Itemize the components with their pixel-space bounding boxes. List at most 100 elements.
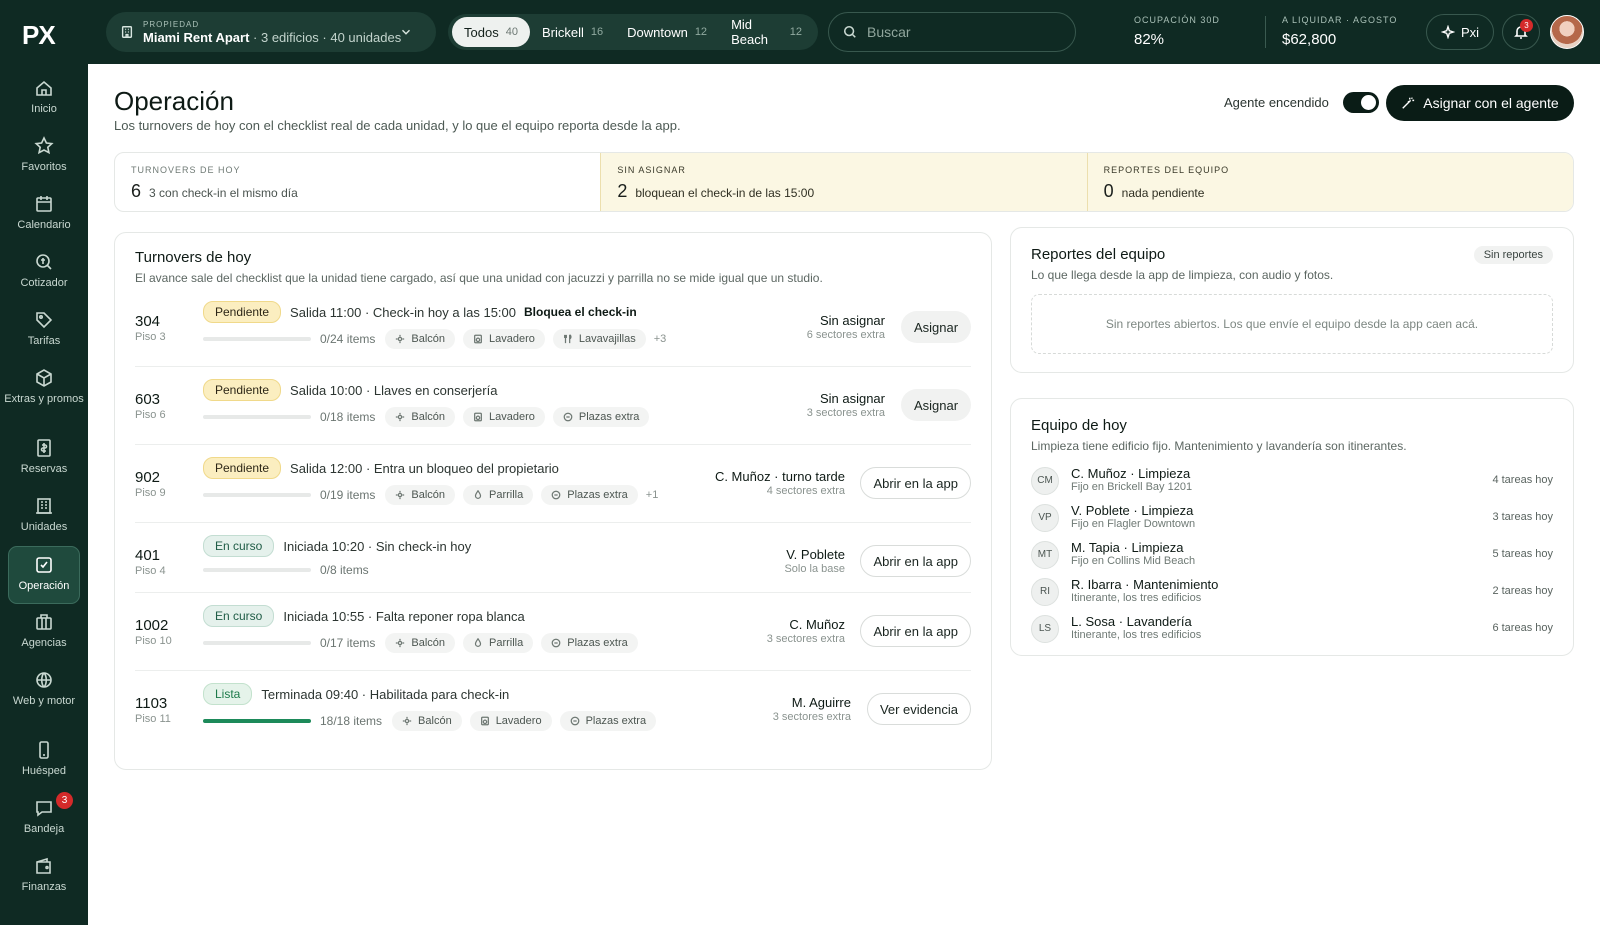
filter-brickell[interactable]: Brickell 16 (530, 17, 615, 47)
sidebar-item-favoritos[interactable]: Favoritos (0, 128, 88, 186)
assign-with-agent-button[interactable]: Asignar con el agente (1386, 85, 1574, 121)
assignee-extra: 6 sectores extra (806, 329, 885, 341)
sidebar-item-inicio[interactable]: Inicio (0, 70, 88, 128)
member-name: V. Poblete · Limpieza (1071, 503, 1194, 518)
turnover-detail: Iniciada 10:20 · Sin check-in hoy (283, 538, 472, 554)
box-icon (36, 369, 52, 387)
asignar-button[interactable]: Asignar (901, 311, 971, 343)
asignar-button[interactable]: Asignar (901, 389, 971, 421)
chip-label: Balcón (418, 715, 452, 727)
checklist-progress (203, 719, 311, 723)
phone-icon (39, 741, 49, 759)
feature-chip: Lavadero (463, 329, 545, 349)
notification-badge: 3 (1520, 19, 1533, 32)
property-detail: · 3 edificios · 40 unidades (253, 29, 402, 45)
agent-toggle[interactable] (1343, 92, 1379, 113)
filter-label: Todos (464, 24, 499, 40)
kpi-unassigned[interactable]: SIN ASIGNAR 2 bloquean el check-in de las… (600, 153, 1087, 211)
sidebar-item-unidades[interactable]: Unidades (0, 488, 88, 546)
turnover-row[interactable]: 902 Piso 9 Pendiente Salida 12:00 · Entra u… (135, 445, 971, 523)
checklist-count: 18/18 items (320, 714, 383, 728)
abrir-en-la-app-button[interactable]: Abrir en la app (860, 615, 971, 647)
ver-evidencia-button[interactable]: Ver evidencia (866, 693, 971, 725)
more-chips: +3 (653, 333, 667, 345)
plazas-extra-icon (570, 716, 579, 726)
plazas-extra-icon (551, 638, 561, 648)
turnover-row[interactable]: 304 Piso 3 Pendiente Salida 11:00 · Check-i… (135, 289, 971, 367)
top-bar: PROPIEDAD Miami Rent Apart · 3 edificios… (88, 0, 1600, 64)
filter-mid-beach[interactable]: Mid Beach 12 (719, 17, 814, 47)
sidebar-item-web-y-motor[interactable]: Web y motor (0, 662, 88, 732)
parrilla-icon (474, 490, 482, 499)
filter-todos[interactable]: Todos 40 (452, 17, 530, 47)
turnover-row[interactable]: 1103 Piso 11 Lista Terminada 09:40 · Habili… (135, 671, 971, 749)
turnovers-card: Turnovers de hoy El avance sale del chec… (114, 232, 992, 770)
feature-chip: Lavadero (469, 711, 552, 731)
pxi-label: Pxi (1460, 24, 1480, 40)
unit-floor: Piso 9 (135, 487, 166, 499)
turnover-row[interactable]: 603 Piso 6 Pendiente Salida 10:00 · Llaves … (135, 367, 971, 445)
unit-floor: Piso 10 (135, 635, 172, 647)
member-role: Fijo en Collins Mid Beach (1071, 555, 1196, 567)
kpi-label: REPORTES DEL EQUIPO (1103, 165, 1230, 175)
property-selector[interactable]: PROPIEDAD Miami Rent Apart · 3 edificios… (106, 12, 436, 52)
sidebar-item-bandeja[interactable]: Bandeja 3 (0, 790, 88, 848)
member-tasks: 5 tareas hoy (1492, 548, 1553, 560)
sidebar-item-tarifas[interactable]: Tarifas (0, 302, 88, 360)
app-logo[interactable]: PX (22, 20, 56, 51)
status-badge: Pendiente (203, 301, 282, 323)
sidebar-item-reservas[interactable]: Reservas (0, 430, 88, 488)
notifications-button[interactable]: 3 (1502, 14, 1540, 50)
filter-count: 12 (694, 26, 708, 38)
member-tasks: 6 tareas hoy (1492, 622, 1553, 634)
sparkle-icon (1440, 25, 1455, 39)
unit-floor: Piso 4 (135, 565, 166, 577)
member-role: Fijo en Brickell Bay 1201 (1071, 481, 1193, 493)
unit-number: 902 (135, 469, 161, 486)
payout-value: $62,800 (1282, 31, 1337, 48)
sidebar-item-huesped[interactable]: Huésped (0, 732, 88, 790)
lavadero-icon (480, 716, 489, 726)
turnover-list: 304 Piso 3 Pendiente Salida 11:00 · Check-i… (135, 289, 971, 749)
kpi-team-reports[interactable]: REPORTES DEL EQUIPO 0 nada pendiente (1086, 153, 1573, 211)
turnover-row[interactable]: 401 Piso 4 En curso Iniciada 10:20 · Sin ch… (135, 523, 971, 593)
abrir-en-la-app-button[interactable]: Abrir en la app (860, 467, 971, 499)
unit-number: 401 (135, 547, 161, 564)
building-icon (36, 498, 52, 514)
sidebar-item-agencias[interactable]: Agencias (0, 604, 88, 662)
feature-chip: Plazas extra (541, 633, 638, 653)
user-avatar[interactable] (1550, 15, 1584, 49)
team-member[interactable]: LS L. Sosa · Lavandería Itinerante, los tr… (1031, 610, 1553, 647)
turnovers-subtitle: El avance sale del checklist que la unid… (135, 271, 823, 285)
sidebar-item-label: Favoritos (21, 161, 67, 173)
search-input[interactable]: Buscar (828, 12, 1076, 52)
team-member[interactable]: VP V. Poblete · Limpieza Fijo en Flagler D… (1031, 499, 1553, 536)
feature-chip: Balcón (385, 485, 455, 505)
chip-label: Lavadero (495, 715, 542, 727)
team-member[interactable]: MT M. Tapia · Limpieza Fijo en Collins Mid… (1031, 536, 1553, 573)
team-member[interactable]: CM C. Muñoz · Limpieza Fijo en Brickell Ba… (1031, 462, 1553, 499)
assignee-name: C. Muñoz (789, 617, 845, 632)
abrir-en-la-app-button[interactable]: Abrir en la app (860, 545, 971, 577)
pxi-assistant-button[interactable]: Pxi (1426, 14, 1494, 50)
kpi-strip: TURNOVERS DE HOY 6 3 con check-in el mism… (114, 152, 1574, 212)
occupancy-stat: OCUPACIÓN 30D 82% (1134, 15, 1220, 48)
building-icon (121, 26, 133, 38)
filter-count: 16 (590, 26, 604, 38)
search-price-icon (36, 254, 52, 270)
chip-label: Plazas extra (567, 637, 628, 649)
sidebar-item-calendario[interactable]: Calendario (0, 186, 88, 244)
sidebar-item-extras-y-promos[interactable]: Extras y promos (0, 360, 88, 430)
team-subtitle: Limpieza tiene edificio fijo. Mantenimie… (1031, 439, 1407, 453)
filter-downtown[interactable]: Downtown 12 (615, 17, 719, 47)
turnover-row[interactable]: 1002 Piso 10 En curso Iniciada 10:55 · Falt… (135, 593, 971, 671)
sidebar-item-operacion[interactable]: Operación (8, 546, 80, 604)
sidebar-item-cotizador[interactable]: Cotizador (0, 244, 88, 302)
assignee-name: C. Muñoz · turno tarde (714, 469, 845, 484)
team-member[interactable]: RI R. Ibarra · Mantenimiento Itinerante, l… (1031, 573, 1553, 610)
status-badge: En curso (203, 605, 275, 627)
sidebar-item-finanzas[interactable]: Finanzas (0, 848, 88, 906)
assignee-name: V. Poblete (786, 547, 845, 562)
sidebar-item-label: Bandeja (23, 823, 65, 835)
balcon-icon (396, 638, 405, 648)
